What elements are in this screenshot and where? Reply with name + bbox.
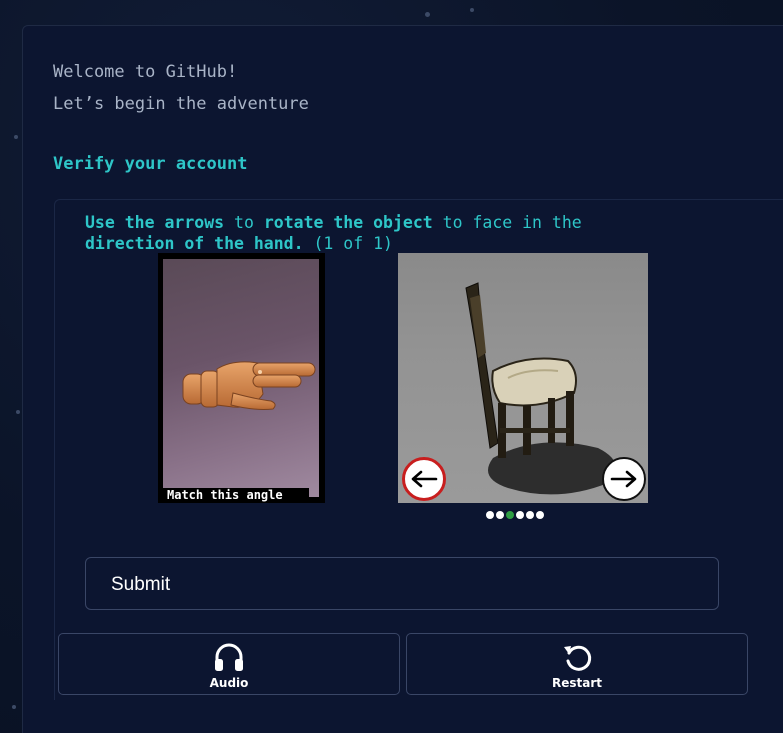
verify-heading: Verify your account	[53, 154, 248, 174]
instruction-text: to face in the	[432, 213, 582, 232]
progress-dot	[526, 511, 534, 519]
restart-button[interactable]: Restart	[406, 633, 748, 695]
star-decoration	[12, 705, 16, 709]
arrow-left-icon	[411, 470, 438, 488]
image-progress-dots	[486, 511, 544, 521]
star-decoration	[425, 12, 430, 17]
progress-dot	[496, 511, 504, 519]
star-decoration	[16, 410, 20, 414]
instruction-text: to	[224, 213, 264, 232]
restart-icon	[564, 645, 592, 671]
star-decoration	[14, 135, 18, 139]
welcome-text: Welcome to GitHub!	[53, 62, 238, 82]
restart-label: Restart	[551, 676, 602, 690]
instruction-emphasis: rotate the object	[263, 213, 433, 232]
progress-dot	[536, 511, 544, 519]
progress-dot-active	[506, 511, 514, 519]
instruction-emphasis: Use the arrows	[85, 213, 225, 232]
match-angle-caption: Match this angle	[158, 488, 309, 503]
reference-hand-panel: Match this angle	[158, 253, 325, 503]
headphones-icon	[215, 643, 243, 671]
challenge-instructions: Use the arrows to rotate the object to f…	[85, 212, 705, 254]
rotate-left-button[interactable]	[402, 457, 446, 501]
pointing-hand-icon	[182, 361, 316, 410]
progress-dot	[486, 511, 494, 519]
page-background: Welcome to GitHub! Let’s begin the adven…	[0, 0, 783, 733]
submit-button[interactable]: Submit	[85, 557, 719, 610]
audio-button[interactable]: Audio	[58, 633, 400, 695]
arrow-right-icon	[610, 470, 637, 488]
instruction-emphasis: direction of the hand.	[85, 234, 304, 253]
audio-label: Audio	[209, 676, 249, 690]
challenge-counter: (1 of 1)	[303, 234, 393, 253]
hand-image	[163, 259, 319, 497]
star-decoration	[470, 8, 474, 12]
rotate-right-button[interactable]	[602, 457, 646, 501]
adventure-text: Let’s begin the adventure	[53, 94, 309, 114]
progress-dot	[516, 511, 524, 519]
